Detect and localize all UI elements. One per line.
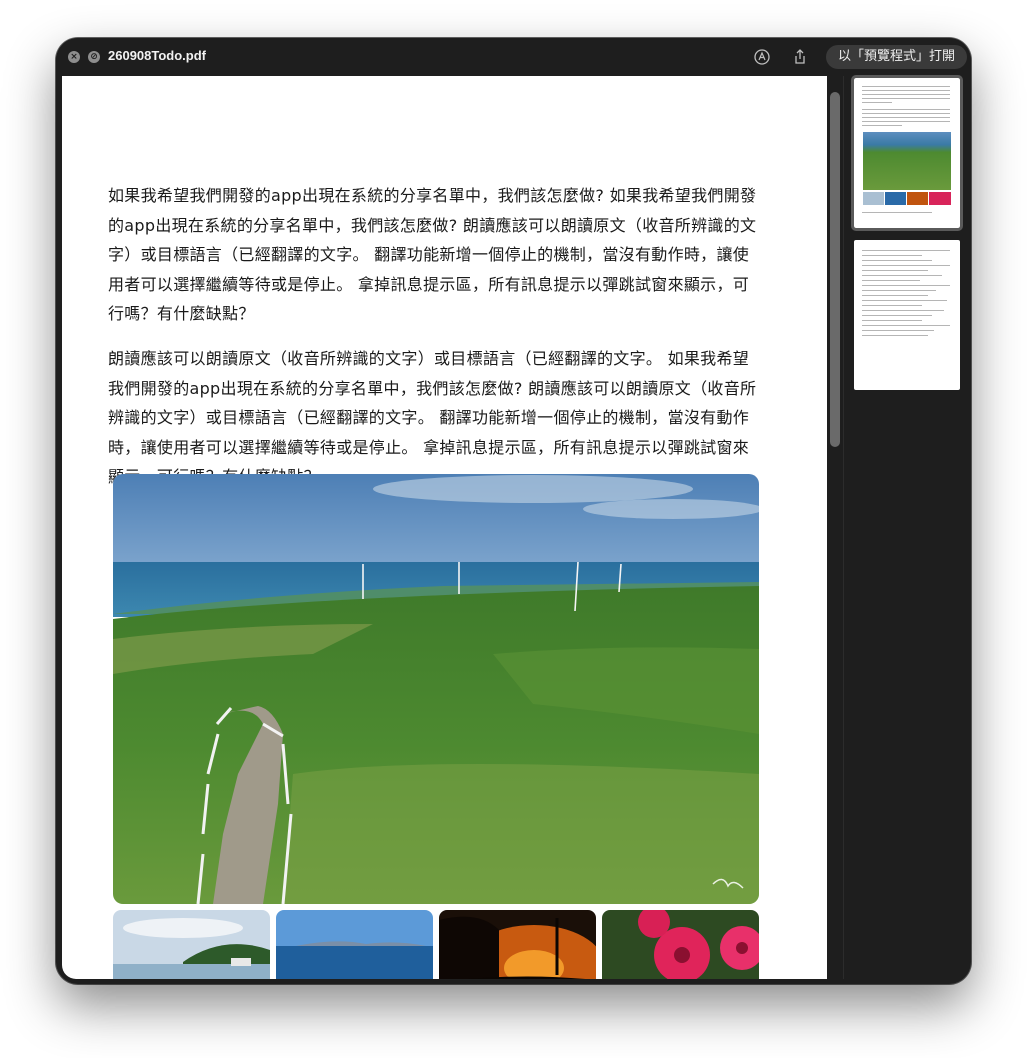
- window-title: 260908Todo.pdf: [108, 48, 207, 63]
- coastal-grassland-wind-turbines-photo: [113, 474, 759, 904]
- close-icon[interactable]: ×: [68, 51, 80, 63]
- paragraph-1: 如果我希望我們開發的app出現在系統的分享名單中，我們該怎麼做? 如果我希望我們…: [108, 186, 757, 323]
- page-2-thumbnail[interactable]: [854, 240, 960, 390]
- share-icon[interactable]: [791, 48, 809, 66]
- pdf-page-view[interactable]: 如果我希望我們開發的app出現在系統的分享名單中，我們該怎麼做? 如果我希望我們…: [62, 76, 827, 979]
- island-lake-photo: [113, 910, 270, 979]
- scrollbar-thumb[interactable]: [830, 92, 840, 447]
- disabled-icon[interactable]: ⊘: [88, 51, 100, 63]
- markup-icon[interactable]: [753, 48, 771, 66]
- title-bar: × ⊘ 260908Todo.pdf 以「預覽程式」打開: [56, 38, 971, 76]
- blue-sea-photo: [276, 910, 433, 979]
- vertical-scrollbar[interactable]: [827, 76, 843, 979]
- preview-window: × ⊘ 260908Todo.pdf 以「預覽程式」打開 如果我希望我們開發的a…: [56, 38, 971, 984]
- sunset-powerline-photo: [439, 910, 596, 979]
- paragraph-2: 朗讀應該可以朗讀原文（收音所辨識的文字）或目標語言（已經翻譯的文字。 如果我希望…: [108, 349, 757, 486]
- page-1-thumbnail[interactable]: [851, 75, 963, 231]
- open-in-preview-button[interactable]: 以「預覽程式」打開: [826, 45, 968, 69]
- sidebar-divider: [843, 76, 844, 979]
- red-flowers-photo: [602, 910, 759, 979]
